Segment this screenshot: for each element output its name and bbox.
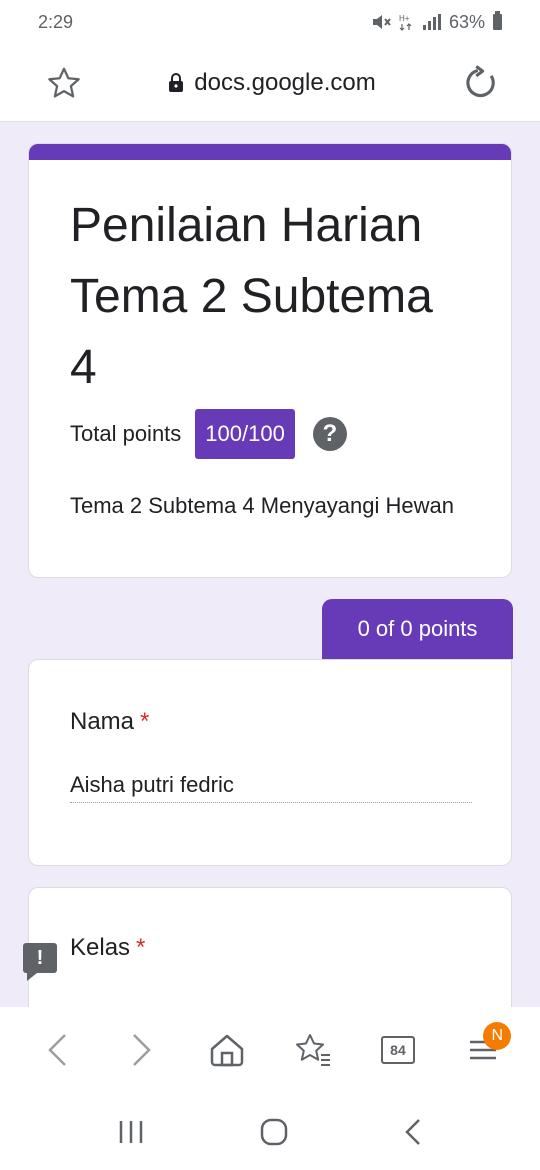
bookmark-star-icon [295,1034,330,1066]
required-marker: * [136,934,146,961]
form-title: Penilaian Harian Tema 2 Subtema 4 [70,199,433,394]
question-label: Kelas * [70,934,145,962]
bookmarks-button[interactable] [283,1020,343,1080]
question-card-nama: Nama * Aisha putri fedric [28,659,512,866]
battery-icon [493,11,502,30]
back-button[interactable] [27,1020,87,1080]
url-display[interactable]: docs.google.com [168,68,376,97]
forward-button[interactable] [112,1020,172,1080]
recent-apps-icon[interactable] [117,1119,145,1145]
help-icon[interactable]: ? [312,417,347,451]
feedback-icon[interactable]: ! [23,943,57,981]
mute-icon [372,15,391,29]
status-bar: 2:29 H+ 63% [0,0,540,44]
signal-icon [422,14,441,30]
question-label: Nama * [70,708,149,736]
score-tab: 0 of 0 points [322,599,513,659]
required-marker: * [140,708,150,735]
home-button[interactable] [197,1020,257,1080]
star-icon[interactable] [46,65,82,101]
total-points-label: Total points [70,421,182,446]
battery-percent: 63% [448,11,485,32]
home-nav-icon[interactable] [259,1117,289,1147]
lock-icon [169,72,184,92]
android-nav-bar [0,1093,540,1170]
home-icon [211,1034,244,1067]
tab-count: 84 [380,1036,415,1064]
notification-badge: N [483,1022,512,1050]
question-title: Nama [70,708,135,735]
back-nav-icon[interactable] [403,1117,423,1147]
status-icons: H+ 63% [371,11,502,33]
url-text: docs.google.com [194,68,376,96]
browser-toolbar: 84 N [0,1007,540,1093]
network-icon: H+ [399,14,412,31]
reload-icon[interactable] [462,64,500,102]
header-accent-stripe [29,144,511,160]
form-description: Tema 2 Subtema 4 Menyayangi Hewan [70,493,454,518]
menu-button[interactable]: N [453,1020,513,1080]
browser-url-bar: docs.google.com [0,44,540,122]
chevron-right-icon [133,1034,151,1066]
total-points-row: Total points 100/100 ? [70,409,511,459]
answer-text: Aisha putri fedric [70,772,472,803]
svg-text:H+: H+ [399,14,410,23]
question-title: Kelas [70,934,131,961]
status-time: 2:29 [38,11,74,32]
form-header-card: Penilaian Harian Tema 2 Subtema 4 Total … [28,143,512,578]
chevron-left-icon [47,1034,66,1066]
tabs-button[interactable]: 84 [368,1020,428,1080]
total-points-badge: 100/100 [195,409,295,459]
